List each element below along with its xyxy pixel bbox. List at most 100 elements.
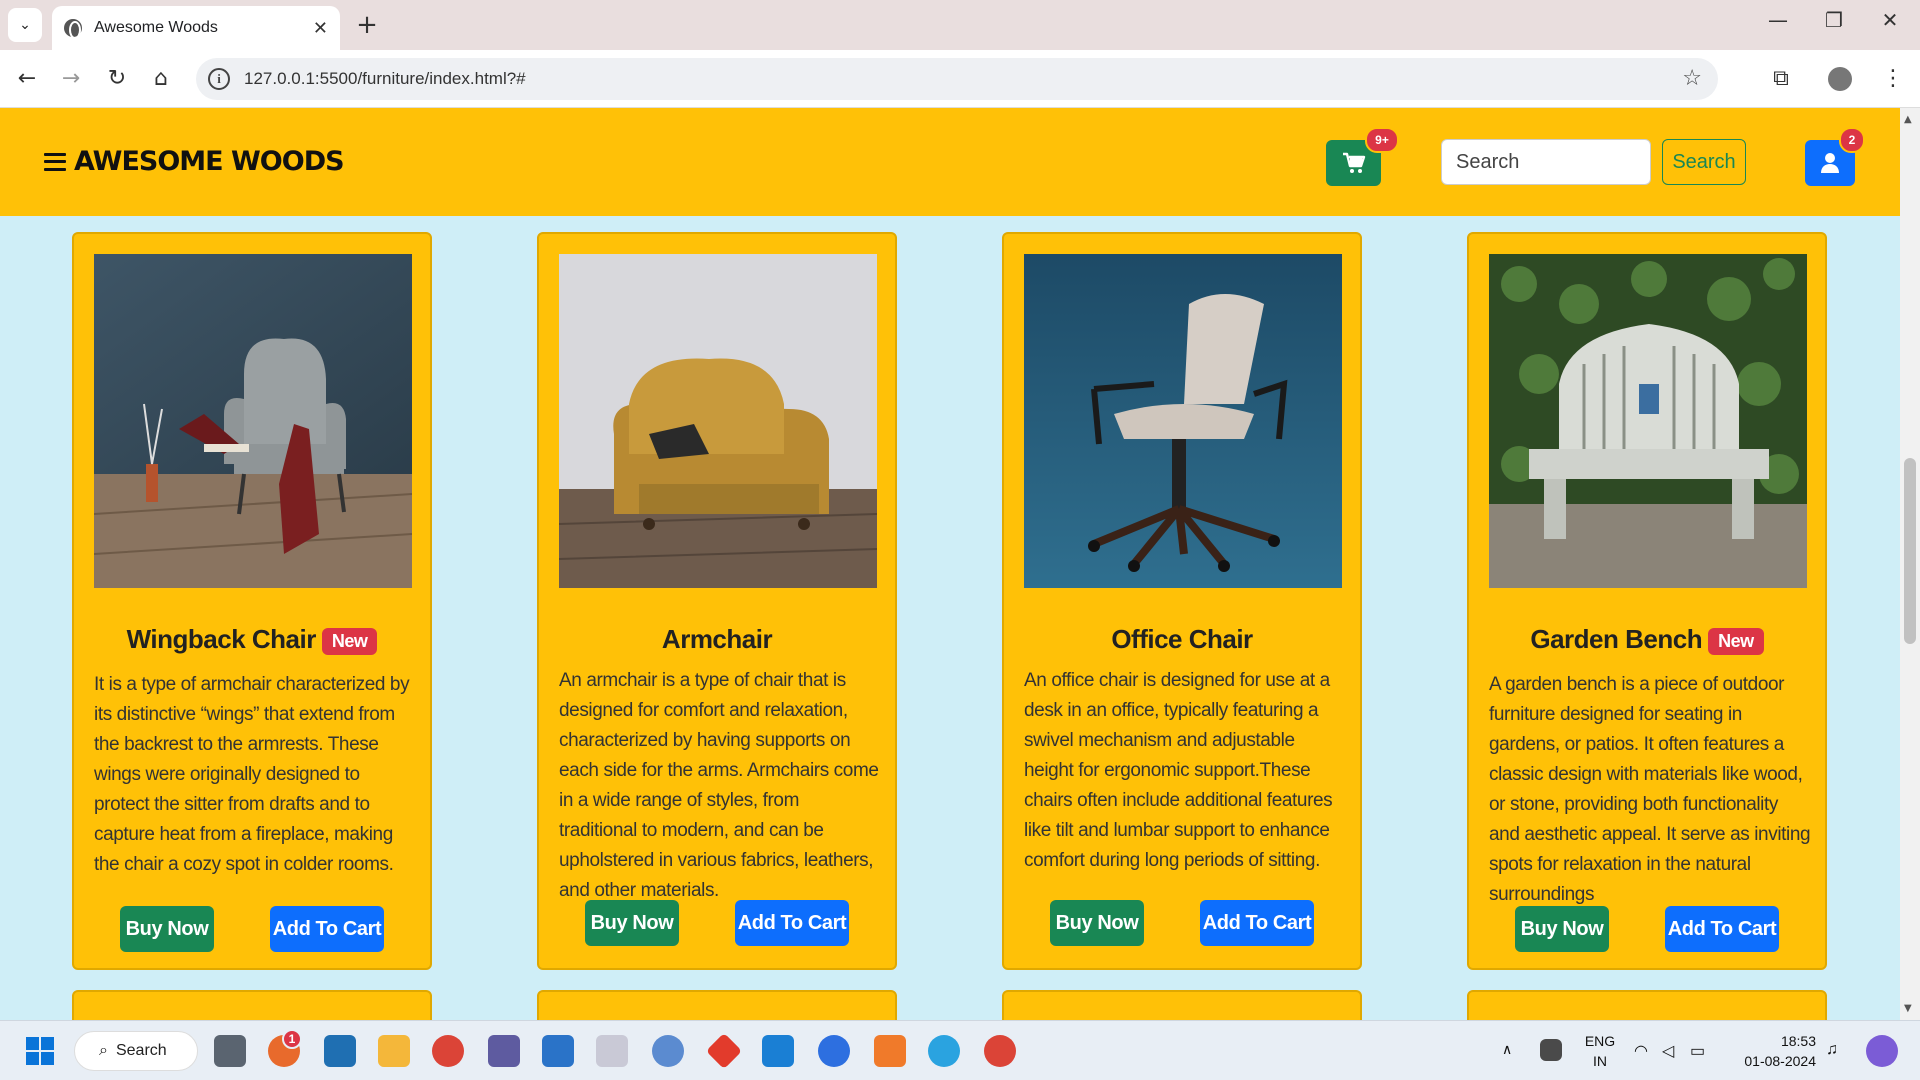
profile-avatar[interactable]: [1828, 67, 1852, 91]
forward-icon[interactable]: →: [56, 64, 86, 94]
tray-app-icon[interactable]: [1540, 1039, 1562, 1061]
add-to-cart-button[interactable]: Add To Cart: [270, 906, 384, 952]
store-icon[interactable]: [488, 1035, 520, 1067]
scrollbar-thumb[interactable]: [1904, 458, 1916, 644]
product-card: Armchair An armchair is a type of chair …: [537, 232, 897, 970]
back-icon[interactable]: ←: [12, 64, 42, 94]
windows-start-icon[interactable]: [24, 1035, 56, 1067]
product-description: An office chair is designed for use at a…: [1024, 670, 1333, 871]
product-title: Wingback Chair: [126, 624, 317, 654]
volume-icon[interactable]: ◁: [1662, 1041, 1674, 1061]
task-view-icon[interactable]: [214, 1035, 246, 1067]
chrome-icon[interactable]: [432, 1035, 464, 1067]
product-image-garden-bench: [1489, 254, 1807, 588]
scroll-up-icon[interactable]: ▲: [1904, 114, 1912, 125]
product-card: Office Chair An office chair is designed…: [1002, 232, 1362, 970]
product-description: An armchair is a type of chair that is d…: [559, 670, 879, 901]
telegram-icon[interactable]: [928, 1035, 960, 1067]
xampp-icon[interactable]: [874, 1035, 906, 1067]
search-button[interactable]: Search: [1662, 139, 1746, 185]
windows-taskbar: ⌕ Search 1 ∧ ENG IN ◠ ◁ ▭ 18:53 01-08-20…: [0, 1020, 1920, 1080]
file-explorer-icon[interactable]: [378, 1035, 410, 1067]
add-to-cart-button[interactable]: Add To Cart: [1200, 900, 1314, 946]
page-scrollbar[interactable]: ▲ ▼: [1900, 108, 1920, 1020]
cart-icon: [1342, 152, 1365, 173]
window-close-button[interactable]: ✕: [1870, 8, 1910, 32]
site-header: AWESOME WOODS 9+ Search 2: [0, 108, 1900, 216]
minimize-button[interactable]: —: [1758, 8, 1798, 32]
site-info-icon[interactable]: i: [208, 68, 230, 90]
taskbar-search[interactable]: ⌕ Search: [74, 1031, 198, 1071]
url-text: 127.0.0.1:5500/furniture/index.html?#: [244, 69, 526, 88]
product-title: Garden Bench: [1530, 624, 1703, 654]
wifi-icon[interactable]: ◠: [1634, 1041, 1648, 1061]
mail-icon[interactable]: [542, 1035, 574, 1067]
add-to-cart-button[interactable]: Add To Cart: [1665, 906, 1779, 952]
clock-time[interactable]: 18:53: [1736, 1033, 1816, 1049]
globe-icon: [64, 19, 82, 39]
new-tab-button[interactable]: +: [352, 10, 382, 40]
product-title: Armchair: [661, 624, 773, 654]
new-badge: New: [321, 627, 378, 655]
product-description: A garden bench is a piece of outdoor fur…: [1489, 674, 1811, 905]
vscode-icon[interactable]: [762, 1035, 794, 1067]
product-card-partial: [1467, 990, 1827, 1020]
product-title-row: Armchair: [539, 624, 895, 655]
add-to-cart-button[interactable]: Add To Cart: [735, 900, 849, 946]
product-title-row: Office Chair: [1004, 624, 1360, 655]
extensions-icon[interactable]: ⧉: [1766, 64, 1796, 94]
brand[interactable]: AWESOME WOODS: [44, 146, 345, 177]
reload-icon[interactable]: ↻: [102, 64, 132, 94]
qbittorrent-icon[interactable]: [652, 1035, 684, 1067]
tab-close-icon[interactable]: ✕: [313, 18, 328, 39]
taskbar-search-label: Search: [115, 1042, 167, 1059]
region-indicator[interactable]: IN: [1580, 1053, 1620, 1069]
buy-now-button[interactable]: Buy Now: [1050, 900, 1144, 946]
product-card: Garden Bench New A garden bench is a piec…: [1467, 232, 1827, 970]
snipping-tool-icon[interactable]: [596, 1035, 628, 1067]
scroll-down-icon[interactable]: ▼: [1904, 1003, 1912, 1014]
product-description: It is a type of armchair characterized b…: [94, 674, 410, 875]
buy-now-button[interactable]: Buy Now: [1515, 906, 1609, 952]
notification-bell-icon[interactable]: ♫: [1826, 1041, 1838, 1059]
tab-search-dropdown-icon[interactable]: ⌄: [8, 8, 42, 42]
product-image-armchair: [559, 254, 877, 588]
search-icon: ⌕: [99, 1042, 108, 1059]
product-image-wingback-chair: [94, 254, 412, 588]
copilot-icon[interactable]: [1866, 1035, 1898, 1067]
new-badge: New: [1708, 627, 1764, 655]
browser-tabstrip: ⌄ Awesome Woods ✕ + — ❐ ✕: [0, 0, 1920, 50]
product-card: Wingback Chair New It is a type of armcha…: [72, 232, 432, 970]
buy-now-button[interactable]: Buy Now: [120, 906, 214, 952]
clock-date[interactable]: 01-08-2024: [1736, 1053, 1816, 1069]
product-image-office-chair: [1024, 254, 1342, 588]
hamburger-menu-icon[interactable]: [44, 152, 66, 171]
browser-tab[interactable]: Awesome Woods ✕: [52, 6, 340, 50]
cart-count-badge: 9+: [1365, 127, 1399, 153]
product-card-partial: [537, 990, 897, 1020]
desktop-app-icon[interactable]: [324, 1035, 356, 1067]
address-bar[interactable]: i 127.0.0.1:5500/furniture/index.html?# …: [196, 58, 1718, 100]
tab-title: Awesome Woods: [94, 19, 218, 36]
chrome-active-icon[interactable]: [984, 1035, 1016, 1067]
buy-now-button[interactable]: Buy Now: [585, 900, 679, 946]
git-icon[interactable]: [705, 1032, 743, 1070]
restore-button[interactable]: ❐: [1814, 8, 1854, 32]
app-notification-badge: 1: [282, 1029, 302, 1049]
app-store-icon[interactable]: [818, 1035, 850, 1067]
product-card-partial: [1002, 990, 1362, 1020]
battery-icon[interactable]: ▭: [1690, 1041, 1705, 1061]
home-icon[interactable]: ⌂: [146, 64, 176, 94]
browser-toolbar: ← → ↻ ⌂ i 127.0.0.1:5500/furniture/index…: [0, 50, 1920, 108]
bookmark-star-icon[interactable]: ☆: [1682, 66, 1702, 91]
menu-kebab-icon[interactable]: ⋮: [1878, 64, 1908, 94]
product-title: Office Chair: [1111, 624, 1253, 654]
tray-chevron-icon[interactable]: ∧: [1502, 1041, 1512, 1058]
language-indicator[interactable]: ENG: [1580, 1033, 1620, 1049]
product-title-row: Wingback Chair New: [74, 624, 430, 655]
user-icon: [1821, 153, 1839, 173]
user-notification-badge: 2: [1839, 127, 1865, 153]
search-input[interactable]: [1441, 139, 1651, 185]
product-title-row: Garden Bench New: [1469, 624, 1825, 655]
brand-name: AWESOME WOODS: [74, 146, 345, 177]
